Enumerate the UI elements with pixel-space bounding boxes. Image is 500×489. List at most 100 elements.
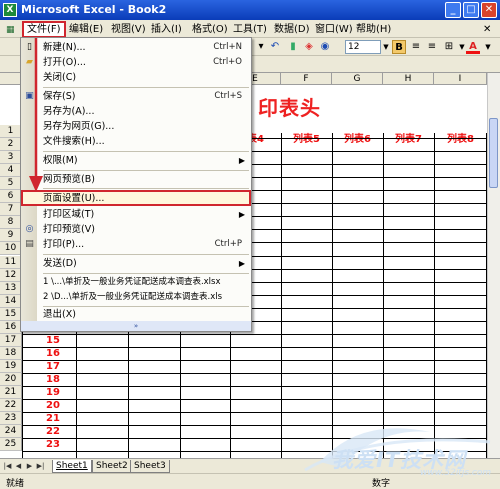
column-header-h[interactable]: H bbox=[383, 73, 434, 85]
menu-item-recent-2[interactable]: 2 \D...\单折及一般业务凭证配送成本调查表.xls bbox=[21, 290, 251, 305]
menu-item-send[interactable]: 发送(D) ▶ bbox=[21, 256, 251, 271]
header-cell[interactable]: 列表7 bbox=[383, 133, 434, 147]
menu-item-new[interactable]: ▯ 新建(N)... Ctrl+N bbox=[21, 40, 251, 55]
row-header[interactable]: 19 bbox=[0, 359, 22, 373]
row-header[interactable]: 3 bbox=[0, 151, 22, 165]
last-sheet-icon[interactable]: ▶| bbox=[36, 461, 45, 472]
menu-insert[interactable]: 插入(I) bbox=[148, 22, 185, 37]
number-cell[interactable]: 19 bbox=[38, 386, 68, 399]
row-header[interactable]: 10 bbox=[0, 242, 22, 256]
row-header[interactable]: 16 bbox=[0, 320, 22, 334]
bold-button[interactable]: B bbox=[392, 40, 406, 54]
first-sheet-icon[interactable]: |◀ bbox=[3, 461, 12, 472]
menu-item-web-preview[interactable]: 网页预览(B) bbox=[21, 172, 251, 187]
align-left-icon[interactable]: ≡ bbox=[409, 40, 423, 54]
font-color-dropdown-icon[interactable]: ▼ bbox=[484, 40, 492, 54]
zoom-icon[interactable]: ◉ bbox=[318, 40, 332, 54]
file-menu-dropdown: ▯ 新建(N)... Ctrl+N ▰ 打开(O)... Ctrl+O 关闭(C… bbox=[20, 37, 252, 332]
menu-item-recent-1[interactable]: 1 \...\单折及一般业务凭证配送成本调查表.xlsx bbox=[21, 275, 251, 290]
column-header-i[interactable]: I bbox=[434, 73, 487, 85]
font-color-button[interactable]: A bbox=[466, 40, 480, 54]
menu-item-save-as[interactable]: 另存为(A)... bbox=[21, 104, 251, 119]
row-header[interactable]: 20 bbox=[0, 372, 22, 386]
row-header[interactable]: 8 bbox=[0, 216, 22, 230]
toolbar-dropdown-icon[interactable]: ▾ bbox=[256, 40, 266, 54]
header-cell[interactable]: 列表8 bbox=[434, 133, 487, 147]
row-header[interactable]: 13 bbox=[0, 281, 22, 295]
maximize-button[interactable]: □ bbox=[463, 2, 479, 18]
next-sheet-icon[interactable]: ▶ bbox=[25, 461, 34, 472]
menu-item-file-search[interactable]: 文件搜索(H)... bbox=[21, 134, 251, 149]
row-header[interactable]: 6 bbox=[0, 190, 22, 204]
row-header[interactable]: 25 bbox=[0, 438, 22, 452]
row-header[interactable]: 23 bbox=[0, 412, 22, 426]
number-cell[interactable]: 17 bbox=[38, 360, 68, 373]
menu-close-icon[interactable]: ✕ bbox=[480, 22, 494, 37]
chart-icon[interactable]: ▮ bbox=[286, 40, 300, 54]
row-header[interactable]: 17 bbox=[0, 333, 22, 347]
minimize-button[interactable]: _ bbox=[445, 2, 461, 18]
row-header[interactable]: 24 bbox=[0, 425, 22, 439]
row-header[interactable]: 14 bbox=[0, 294, 22, 308]
column-header-g[interactable]: G bbox=[332, 73, 383, 85]
select-all-corner[interactable] bbox=[0, 73, 22, 85]
close-button[interactable]: ✕ bbox=[481, 2, 497, 18]
menu-item-exit[interactable]: 退出(X) bbox=[21, 307, 251, 322]
number-cell[interactable]: 16 bbox=[38, 347, 68, 360]
row-header[interactable]: 22 bbox=[0, 399, 22, 413]
number-cell[interactable]: 20 bbox=[38, 399, 68, 412]
row-header[interactable]: 9 bbox=[0, 229, 22, 243]
align-center-icon[interactable]: ≡ bbox=[425, 40, 439, 54]
menu-tools[interactable]: 工具(T) bbox=[230, 22, 270, 37]
header-cell[interactable]: 列表5 bbox=[281, 133, 332, 147]
row-header[interactable]: 7 bbox=[0, 203, 22, 217]
tab-sheet1[interactable]: Sheet1 bbox=[52, 460, 92, 473]
tab-sheet3[interactable]: Sheet3 bbox=[130, 460, 170, 473]
row-header[interactable]: 15 bbox=[0, 307, 22, 321]
menu-item-save[interactable]: ▣ 保存(S) Ctrl+S bbox=[21, 89, 251, 104]
font-size-select[interactable]: 12 bbox=[345, 40, 381, 54]
menu-item-save-as-web[interactable]: 另存为网页(G)... bbox=[21, 119, 251, 134]
drawing-icon[interactable]: ◈ bbox=[302, 40, 316, 54]
undo-icon[interactable]: ↶ bbox=[268, 40, 282, 54]
menu-item-print-area[interactable]: 打印区域(T) ▶ bbox=[21, 207, 251, 222]
menu-item-print-preview[interactable]: ◎ 打印预览(V) bbox=[21, 222, 251, 237]
doc-icon[interactable]: ▦ bbox=[3, 23, 18, 38]
header-cell[interactable]: 列表6 bbox=[332, 133, 383, 147]
column-header-f[interactable]: F bbox=[281, 73, 332, 85]
excel-app-icon[interactable]: X bbox=[3, 3, 17, 17]
number-cell[interactable]: 18 bbox=[38, 373, 68, 386]
menu-data[interactable]: 数据(D) bbox=[271, 22, 313, 37]
scrollbar-thumb[interactable] bbox=[489, 118, 498, 188]
row-header[interactable]: 18 bbox=[0, 346, 22, 360]
menu-file[interactable]: 文件(F) bbox=[22, 21, 66, 38]
prev-sheet-icon[interactable]: ◀ bbox=[14, 461, 23, 472]
tab-sheet2[interactable]: Sheet2 bbox=[92, 460, 132, 473]
font-size-dropdown-icon[interactable]: ▼ bbox=[382, 40, 390, 54]
menu-format[interactable]: 格式(O) bbox=[189, 22, 231, 37]
row-header[interactable]: 12 bbox=[0, 268, 22, 282]
print-preview-icon: ◎ bbox=[25, 224, 34, 234]
menu-item-permission[interactable]: 权限(M) ▶ bbox=[21, 153, 251, 168]
menu-help[interactable]: 帮助(H) bbox=[353, 22, 394, 37]
borders-dropdown-icon[interactable]: ▼ bbox=[458, 40, 466, 54]
menu-item-open[interactable]: ▰ 打开(O)... Ctrl+O bbox=[21, 55, 251, 70]
menu-item-close[interactable]: 关闭(C) bbox=[21, 70, 251, 85]
row-header[interactable]: 11 bbox=[0, 255, 22, 269]
number-cell[interactable]: 21 bbox=[38, 412, 68, 425]
menu-view[interactable]: 视图(V) bbox=[108, 22, 149, 37]
row-header[interactable]: 2 bbox=[0, 138, 22, 152]
menu-edit[interactable]: 编辑(E) bbox=[66, 22, 106, 37]
menu-item-page-setup[interactable]: 页面设置(U)... bbox=[21, 190, 251, 206]
number-cell[interactable]: 22 bbox=[38, 425, 68, 438]
number-cell[interactable]: 15 bbox=[38, 334, 68, 347]
menu-window[interactable]: 窗口(W) bbox=[312, 22, 356, 37]
row-header[interactable]: 5 bbox=[0, 177, 22, 191]
menu-expand-chevron-icon[interactable]: » bbox=[21, 321, 251, 331]
menu-item-print[interactable]: ▤ 打印(P)... Ctrl+P bbox=[21, 237, 251, 252]
number-cell[interactable]: 23 bbox=[38, 438, 68, 451]
borders-icon[interactable]: ⊞ bbox=[442, 40, 456, 54]
row-header[interactable]: 4 bbox=[0, 164, 22, 178]
row-header[interactable]: 21 bbox=[0, 386, 22, 399]
row-header[interactable]: 1 bbox=[0, 125, 22, 138]
